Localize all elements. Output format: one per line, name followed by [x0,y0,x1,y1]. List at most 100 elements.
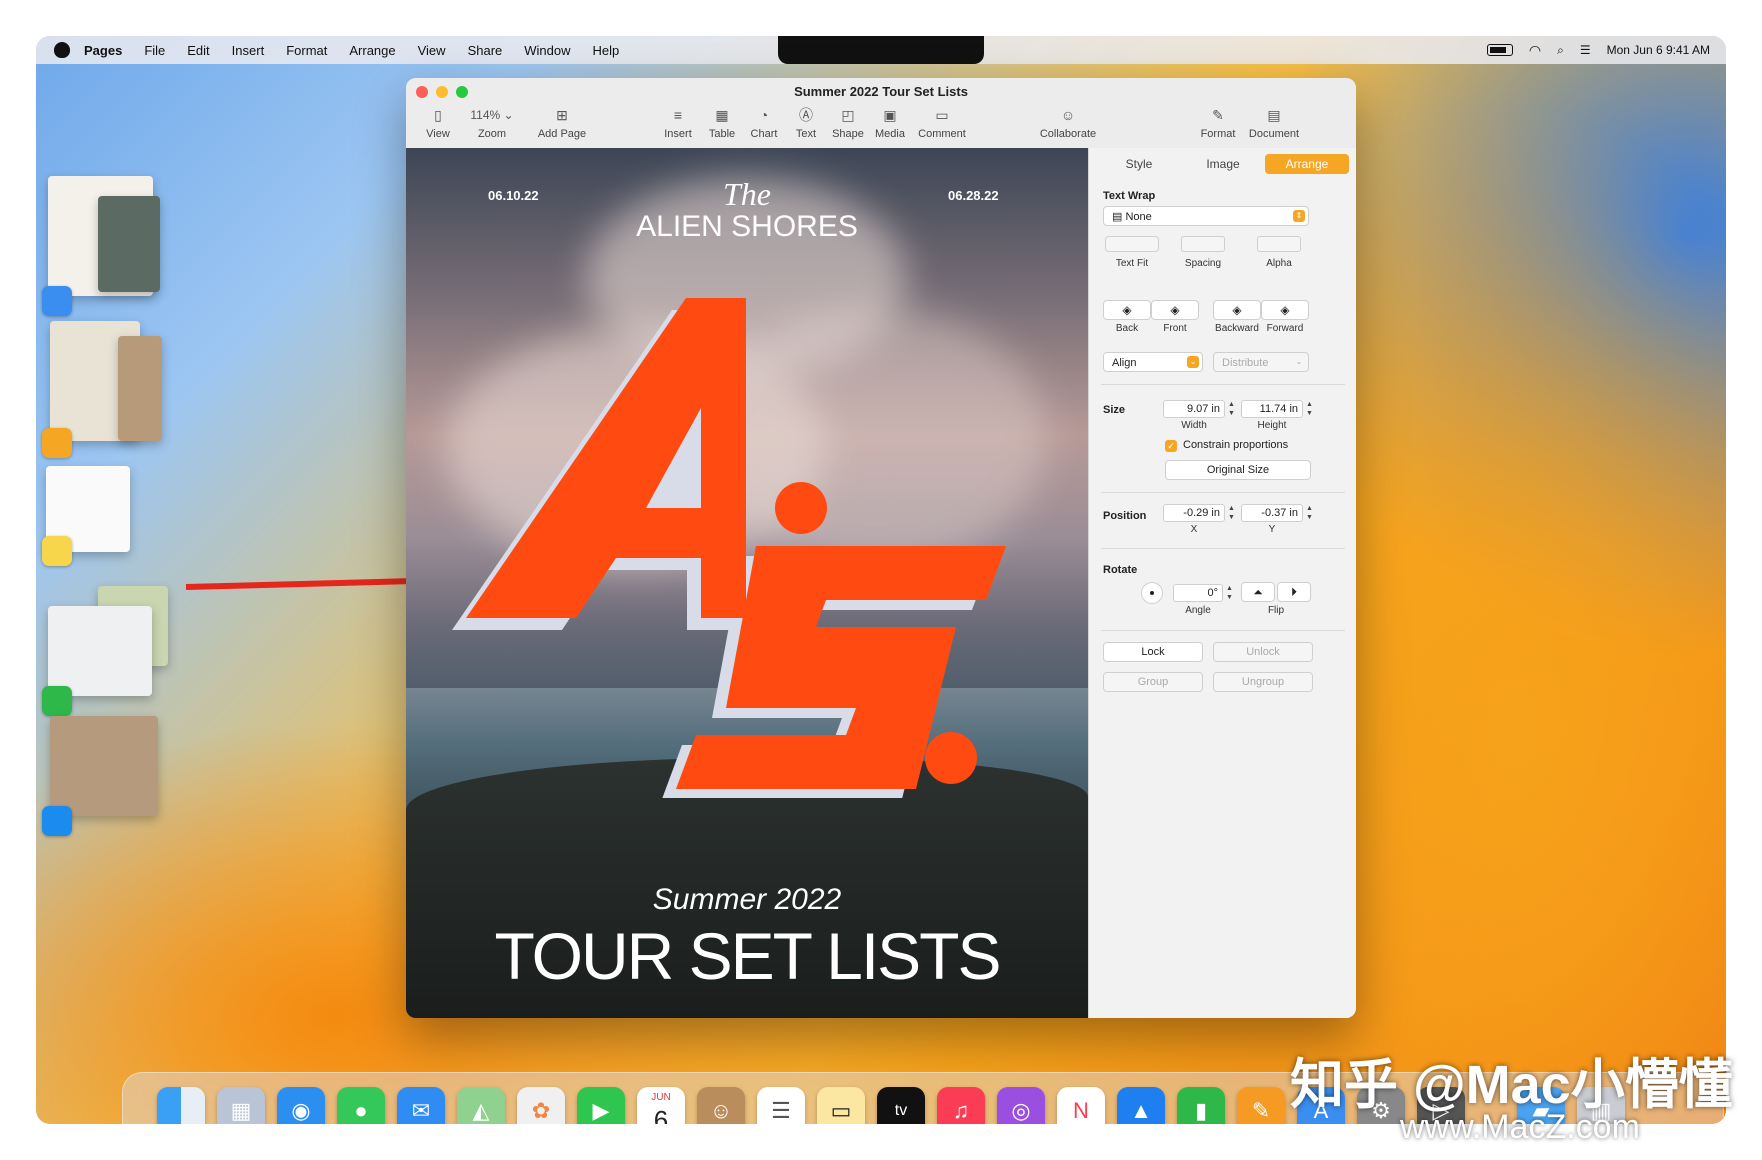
menu-bar: Pages File Edit Insert Format Arrange Vi… [36,36,1726,64]
safari-dock-icon[interactable]: ◉ [277,1087,325,1124]
text-wrap-popup[interactable]: ▤ None ⇕ [1103,206,1309,226]
menu-arrange[interactable]: Arrange [349,43,395,58]
tab-image[interactable]: Image [1181,154,1265,174]
spotlight-search-icon[interactable]: ⌕ [1557,43,1564,58]
text-label: Text [795,128,817,140]
document-button[interactable]: ▤ Document [1242,106,1306,140]
bring-forward-button[interactable]: ◈ [1261,300,1309,320]
battery-icon[interactable] [1486,44,1513,56]
menu-format[interactable]: Format [286,43,327,58]
menu-app-name[interactable]: Pages [84,43,122,58]
photos-dock-icon[interactable]: ✿ [517,1087,565,1124]
mail-dock-icon[interactable]: ✉ [397,1087,445,1124]
menu-view[interactable]: View [418,43,446,58]
calendar-month: JUN [651,1092,671,1103]
bring-to-front-button[interactable]: ◈ [1151,300,1199,320]
add-page-icon: ⊞ [556,107,568,123]
numbers-dock-icon[interactable]: ▮ [1177,1087,1225,1124]
width-field[interactable]: 9.07 in [1163,400,1225,418]
position-y-stepper[interactable]: ▲ ▼ [1305,504,1314,522]
text-wrap-value: None [1125,211,1152,223]
align-label: Align [1112,357,1137,369]
calendar-day: 6 [653,1105,669,1124]
menu-file[interactable]: File [144,43,165,58]
layers-backward-icon: ◈ [1232,303,1242,317]
menu-insert[interactable]: Insert [232,43,265,58]
menu-clock[interactable]: Mon Jun 6 9:41 AM [1607,43,1710,57]
chevron-updown-icon: ⇕ [1293,210,1305,222]
finder-dock-icon[interactable] [157,1087,205,1124]
text-wrap-icon: ▤ [1112,211,1126,223]
comment-button[interactable]: ▭ Comment [910,106,974,140]
calendar-dock-icon[interactable]: JUN 6 [637,1087,685,1124]
apple-menu-icon[interactable] [54,42,70,58]
document-label: Document [1248,128,1300,140]
facetime-dock-icon[interactable]: ▶ [577,1087,625,1124]
as-logo-artwork[interactable] [446,258,1046,798]
zoom-label: Zoom [477,128,507,140]
align-popup[interactable]: Align ⌄ [1103,352,1203,372]
collaborate-button[interactable]: ☺ Collaborate [1028,106,1108,140]
apple-tv-dock-icon[interactable]: tv [877,1087,925,1124]
rotate-label: Rotate [1103,564,1138,576]
rotate-dial[interactable] [1141,582,1163,604]
wifi-icon[interactable]: ◠ [1529,42,1541,59]
keynote-dock-icon[interactable]: ▲ [1117,1087,1165,1124]
unlock-button: Unlock [1213,642,1313,662]
podcasts-dock-icon[interactable]: ◎ [997,1087,1045,1124]
freeform-app-icon [42,428,72,458]
menu-share[interactable]: Share [468,43,503,58]
zoom-button[interactable]: 114% ⌄ Zoom [460,106,524,140]
layers-forward-icon: ◈ [1280,303,1290,317]
send-to-back-button[interactable]: ◈ [1103,300,1151,320]
poster-subtitle: Summer 2022 [652,883,842,916]
format-button[interactable]: ✎ Format [1186,106,1250,140]
tab-style[interactable]: Style [1097,154,1181,174]
flip-horizontal-icon: ⏵ [1290,585,1297,599]
insert-label: Insert [664,128,692,140]
angle-field[interactable]: 0° [1173,584,1223,602]
safari-app-icon [42,806,72,836]
text-fit-buttons [1105,236,1159,252]
tab-arrange[interactable]: Arrange [1265,154,1349,174]
messages-dock-icon[interactable]: ● [337,1087,385,1124]
position-label: Position [1103,510,1147,522]
width-label: Width [1181,420,1207,431]
angle-stepper[interactable]: ▲ ▼ [1225,584,1234,602]
contacts-dock-icon[interactable]: ☺ [697,1087,745,1124]
camera-notch [778,36,984,64]
send-backward-button[interactable]: ◈ [1213,300,1261,320]
position-y-field[interactable]: -0.37 in [1241,504,1303,522]
lock-button[interactable]: Lock [1103,642,1203,662]
height-stepper[interactable]: ▲ ▼ [1305,400,1314,418]
flip-vertical-button[interactable]: ⏶ [1241,582,1275,602]
menu-help[interactable]: Help [593,43,620,58]
add-page-label: Add Page [537,128,587,140]
pages-dock-icon[interactable]: ✎ [1237,1087,1285,1124]
document-canvas[interactable]: 06.10.22 06.28.22 The ALIEN SHORES Summe… [406,148,1088,1018]
original-size-button[interactable]: Original Size [1165,460,1311,480]
notes-dock-icon[interactable]: ▭ [817,1087,865,1124]
add-page-button[interactable]: ⊞ Add Page [530,106,594,140]
music-dock-icon[interactable]: ♫ [937,1087,985,1124]
launchpad-dock-icon[interactable]: ▦ [217,1087,265,1124]
stage-thumb-safari[interactable] [50,716,158,816]
position-x-field[interactable]: -0.29 in [1163,504,1225,522]
position-x-stepper[interactable]: ▲ ▼ [1227,504,1236,522]
height-field[interactable]: 11.74 in [1241,400,1303,418]
rotate-dial-indicator [1150,591,1154,595]
width-stepper[interactable]: ▲ ▼ [1227,400,1236,418]
collaborate-icon: ☺ [1060,107,1076,123]
numbers-app-icon [42,686,72,716]
text-wrap-label: Text Wrap [1103,190,1156,202]
control-center-icon[interactable]: ☰ [1580,43,1591,57]
menu-edit[interactable]: Edit [187,43,209,58]
menu-window[interactable]: Window [524,43,570,58]
maps-dock-icon[interactable]: ◭ [457,1087,505,1124]
pages-window: Summer 2022 Tour Set Lists ▯ View 114% ⌄ Z… [406,78,1356,1018]
stage-thumb-numbers[interactable] [48,606,152,696]
reminders-dock-icon[interactable]: ☰ [757,1087,805,1124]
constrain-proportions-checkbox[interactable]: ✓ [1165,440,1177,452]
news-dock-icon[interactable]: N [1057,1087,1105,1124]
flip-horizontal-button[interactable]: ⏵ [1277,582,1311,602]
